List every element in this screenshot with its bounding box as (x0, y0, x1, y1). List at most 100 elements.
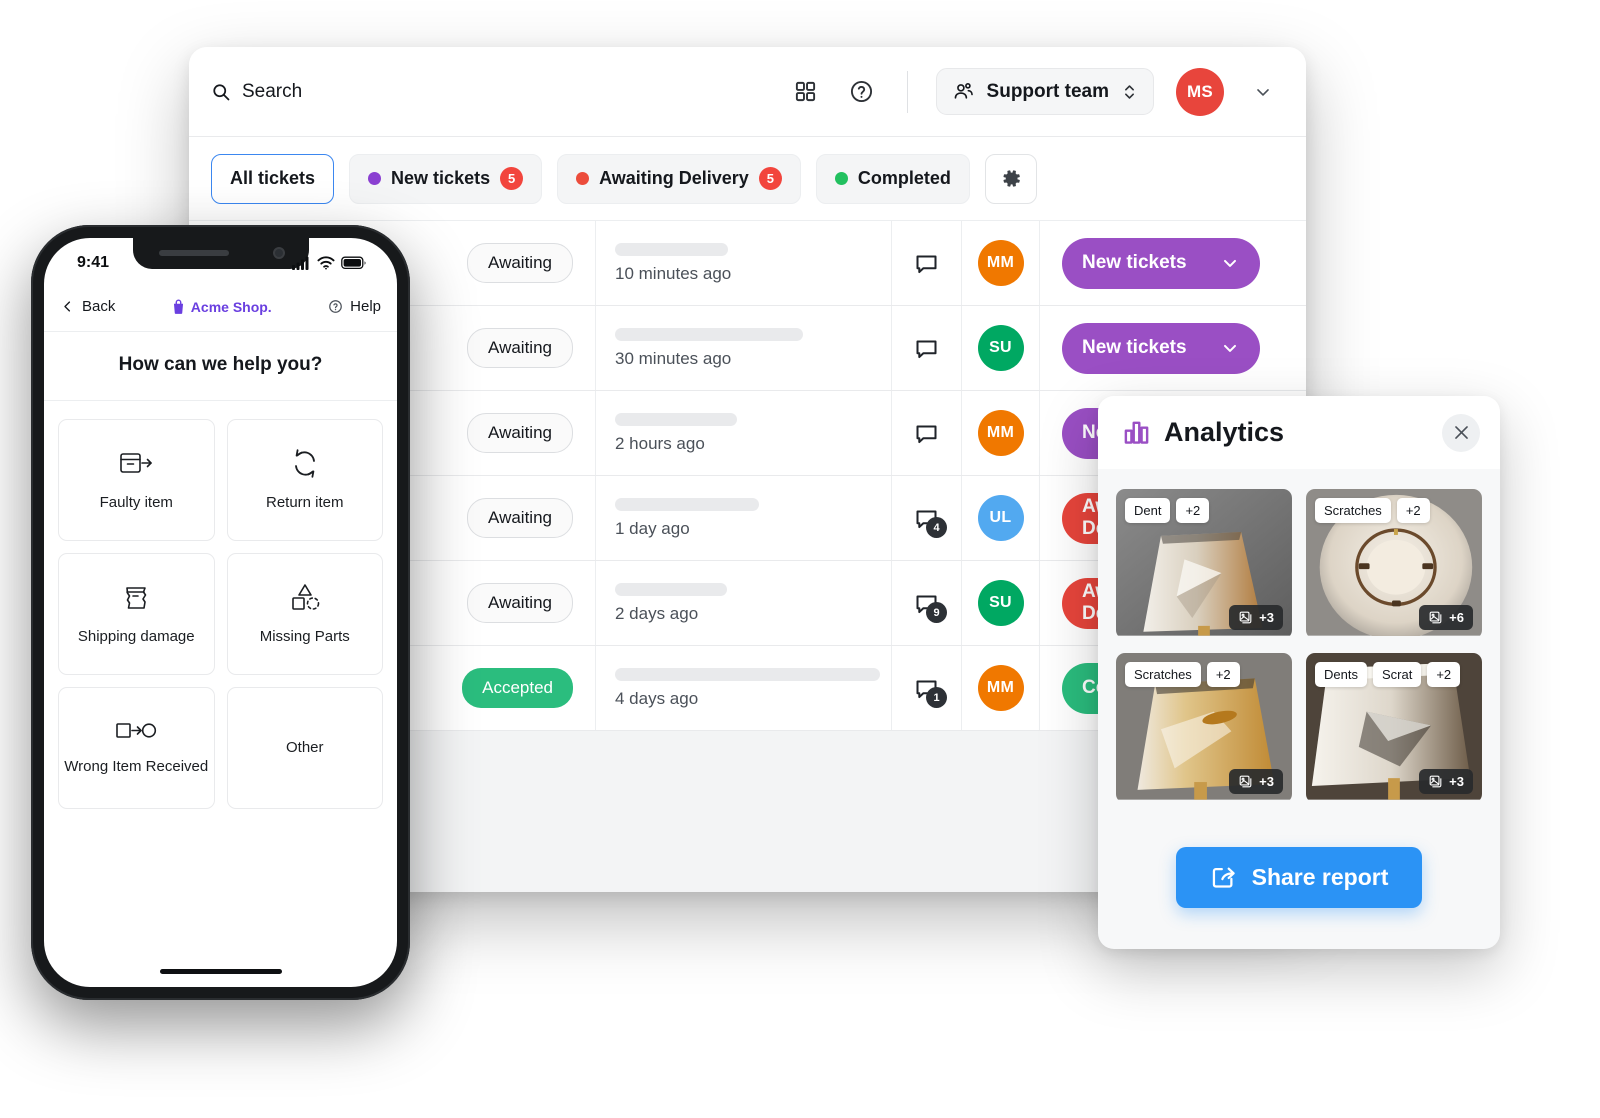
option-wrong-item-received[interactable]: Wrong Item Received (58, 687, 215, 809)
option-return-item[interactable]: Return item (226, 419, 383, 541)
analytics-photo-card[interactable]: Dent +2 +3 (1116, 489, 1292, 639)
crushed-box-icon (119, 581, 153, 614)
return-arrows-icon (287, 447, 323, 480)
avatar[interactable]: UL (977, 495, 1024, 541)
image-count-badge: +3 (1229, 769, 1283, 794)
option-label: Other (285, 738, 324, 756)
brand-logo: Acme Shop. (172, 299, 272, 315)
back-label: Back (82, 298, 116, 315)
share-report-button[interactable]: Share report (1175, 847, 1423, 908)
ticket-status-cell: New tickets (1039, 221, 1306, 305)
brand-name: Acme Shop. (190, 298, 272, 315)
ticket-comment-cell[interactable]: 4 (891, 476, 961, 560)
comment-count-badge: 9 (926, 602, 947, 623)
help-circle-icon[interactable] (845, 75, 879, 109)
ticket-assignee-cell: SU (961, 561, 1039, 645)
filter-tab-completed[interactable]: Completed (815, 153, 970, 204)
grid-apps-icon[interactable] (789, 75, 823, 109)
filter-count-badge: 5 (500, 167, 524, 190)
help-options-grid: Faulty item Return item Shipping damage … (44, 401, 397, 827)
team-selector[interactable]: Support team (935, 68, 1154, 115)
option-faulty-item[interactable]: Faulty item (58, 419, 215, 541)
filter-tab-all-tickets[interactable]: All tickets (211, 153, 335, 204)
avatar[interactable]: SU (977, 580, 1024, 626)
analytics-photo-grid: Dent +2 +3 Scratches +2 +6 Scratches +2 … (1098, 469, 1500, 803)
ticket-timestamp: 30 minutes ago (615, 348, 732, 368)
option-label: Shipping damage (77, 627, 195, 645)
analytics-photo-card[interactable]: Dents Scrat +2 +3 (1306, 653, 1482, 803)
topbar-actions: Support team MS (789, 67, 1280, 116)
page-title: How can we help you? (44, 332, 397, 401)
chevron-updown-icon (1121, 82, 1138, 102)
ticket-time-cell: 1 day ago (595, 476, 891, 560)
ticket-status-cell: New tickets (1039, 306, 1306, 390)
avatar[interactable]: MM (977, 410, 1024, 456)
chevron-down-icon (1220, 253, 1240, 273)
ticket-time-cell: 4 days ago (595, 646, 891, 730)
ticket-assignee-cell: MM (961, 391, 1039, 475)
analytics-tag-more: +2 (1206, 662, 1240, 687)
search-input[interactable]: Search (211, 81, 789, 103)
status-bar-icons (292, 256, 367, 270)
image-count-label: +3 (1259, 774, 1274, 789)
option-missing-parts[interactable]: Missing Parts (226, 553, 383, 675)
ticket-timestamp: 10 minutes ago (615, 263, 732, 283)
analytics-photo-card[interactable]: Scratches +2 +6 (1306, 489, 1482, 639)
analytics-photo-card[interactable]: Scratches +2 +3 (1116, 653, 1292, 803)
image-stack-icon (1238, 610, 1253, 625)
analytics-title-group: Analytics (1122, 417, 1284, 448)
avatar[interactable]: SU (977, 325, 1024, 371)
box-arrow-right-icon (115, 447, 157, 480)
status-dropdown[interactable]: New tickets (1062, 237, 1260, 289)
analytics-tag: Dents (1315, 662, 1367, 687)
filter-tab-new-tickets[interactable]: New tickets 5 (349, 153, 543, 204)
ticket-timestamp: 1 day ago (615, 518, 690, 538)
content-placeholder (615, 242, 728, 256)
chevron-down-icon[interactable] (1246, 75, 1280, 109)
help-circle-icon (328, 299, 343, 314)
status-badge: Awaiting (467, 243, 573, 283)
ticket-comment-cell[interactable] (891, 391, 961, 475)
phone-device: 9:41 Back Acme Shop. Help How can we hel… (31, 225, 410, 1000)
topbar-divider (906, 70, 908, 113)
desktop-topbar: Search Support team MS (189, 47, 1306, 137)
avatar[interactable]: MM (977, 665, 1024, 711)
image-count-label: +3 (1259, 610, 1274, 625)
shapes-missing-icon (285, 581, 325, 614)
filter-settings-button[interactable] (984, 153, 1037, 204)
status-badge: Awaiting (467, 328, 573, 368)
filter-label: Completed (857, 168, 951, 188)
ticket-assignee-cell: UL (961, 476, 1039, 560)
option-other[interactable]: Other (226, 687, 383, 809)
filter-tab-awaiting-delivery[interactable]: Awaiting Delivery 5 (557, 153, 801, 204)
gear-icon (998, 166, 1023, 191)
close-icon[interactable] (1442, 413, 1480, 452)
status-dot-awaiting (576, 172, 590, 185)
ticket-comment-cell[interactable]: 1 (891, 646, 961, 730)
ticket-comment-cell[interactable] (891, 221, 961, 305)
search-icon (211, 82, 231, 102)
cellular-signal-icon (292, 256, 311, 270)
help-button[interactable]: Help (328, 298, 381, 315)
ticket-time-cell: 10 minutes ago (595, 221, 891, 305)
status-badge: Awaiting (467, 583, 573, 623)
image-count-badge: +3 (1419, 769, 1473, 794)
image-stack-icon (1428, 774, 1443, 789)
status-badge: Accepted (462, 668, 573, 708)
ticket-time-cell: 2 days ago (595, 561, 891, 645)
home-indicator (159, 969, 282, 974)
ticket-comment-cell[interactable] (891, 306, 961, 390)
ticket-assignee-cell: MM (961, 221, 1039, 305)
option-shipping-damage[interactable]: Shipping damage (58, 553, 215, 675)
back-button[interactable]: Back (60, 298, 115, 315)
image-count-label: +3 (1449, 774, 1464, 789)
status-dropdown[interactable]: New tickets (1062, 322, 1260, 374)
analytics-footer: Share report (1098, 803, 1500, 908)
user-avatar[interactable]: MS (1176, 67, 1224, 116)
ticket-time-cell: 2 hours ago (595, 391, 891, 475)
content-placeholder (615, 582, 727, 596)
option-label: Faulty item (99, 493, 173, 511)
avatar[interactable]: MM (977, 240, 1024, 286)
battery-icon (341, 256, 367, 270)
ticket-comment-cell[interactable]: 9 (891, 561, 961, 645)
